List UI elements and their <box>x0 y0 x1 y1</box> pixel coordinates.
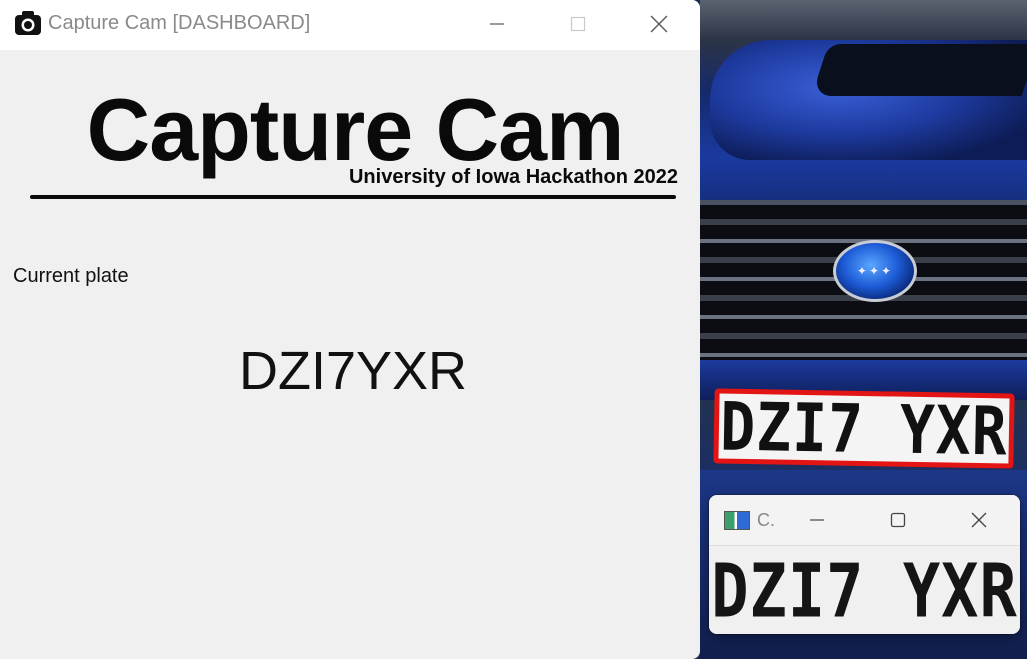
current-plate-value: DZI7YXR <box>238 341 468 401</box>
detected-plate-text: DZI7 YXR <box>719 386 1009 471</box>
plate-crop-image: DZI7 YXR <box>709 545 1020 634</box>
close-icon <box>971 512 987 528</box>
window-title: Capture Cam [DASHBOARD] <box>48 12 311 34</box>
detected-plate-box: DZI7 YXR <box>713 386 1015 471</box>
crop-plate-text: DZI7 YXR <box>711 546 1018 634</box>
dashboard-titlebar[interactable]: Capture Cam [DASHBOARD] <box>0 0 700 50</box>
image-viewer-icon <box>724 511 750 530</box>
current-plate-label: Current plate <box>13 265 129 287</box>
hood-scoop <box>811 44 1027 96</box>
crop-window-title: C. <box>757 510 775 530</box>
maximize-button[interactable] <box>555 8 601 40</box>
maximize-icon <box>570 16 586 32</box>
logo-subtitle: University of Iowa Hackathon 2022 <box>348 166 678 188</box>
plate-crop-window[interactable]: C. DZI7 YXR <box>709 495 1020 634</box>
crop-close-button[interactable] <box>961 505 997 535</box>
logo-underline <box>30 195 676 199</box>
logo-title: Capture Cam <box>86 80 625 179</box>
crop-window-titlebar[interactable]: C. <box>709 495 1020 545</box>
minimize-icon <box>490 23 504 25</box>
dashboard-window: Capture Cam [DASHBOARD] Capture Cam Univ… <box>0 0 700 659</box>
minimize-button[interactable] <box>474 8 520 40</box>
close-button[interactable] <box>636 8 682 40</box>
minimize-icon <box>810 519 824 521</box>
crop-minimize-button[interactable] <box>799 505 835 535</box>
crop-maximize-button[interactable] <box>880 505 916 535</box>
maximize-icon <box>890 512 906 528</box>
camera-icon <box>15 11 41 35</box>
car-badge: ✦✦✦ <box>833 240 917 302</box>
capture-cam-logo: Capture Cam University of Iowa Hackathon… <box>30 80 680 205</box>
close-icon <box>650 15 668 33</box>
